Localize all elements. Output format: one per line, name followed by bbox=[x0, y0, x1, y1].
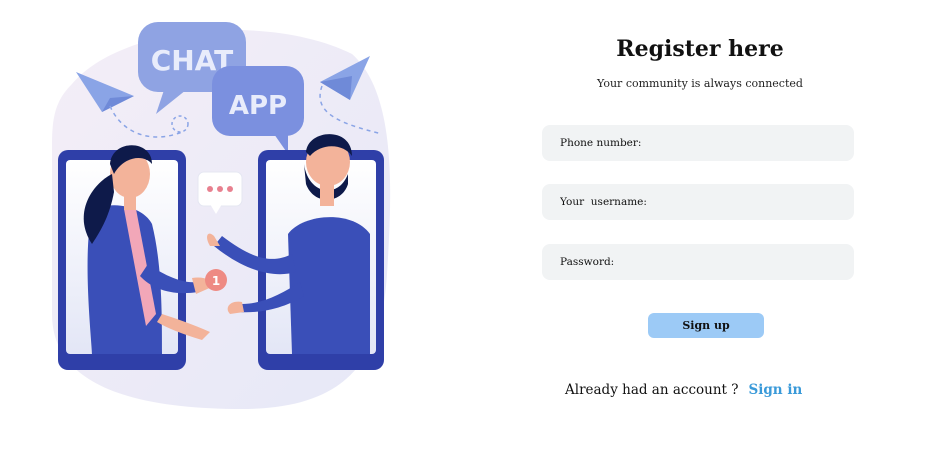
signup-button[interactable]: Sign up bbox=[648, 313, 764, 338]
already-have-account-text: Already had an account ? bbox=[565, 382, 739, 398]
chat-app-illustration: CHAT APP 1 bbox=[52, 14, 392, 414]
register-form: Register here Your community is always c… bbox=[520, 0, 880, 476]
page-subtitle: Your community is always connected bbox=[597, 77, 803, 90]
password-input[interactable] bbox=[560, 256, 854, 268]
notification-badge: 1 bbox=[205, 269, 227, 291]
signin-prompt: Already had an account ? Sign in bbox=[565, 382, 802, 398]
password-field[interactable] bbox=[542, 244, 854, 280]
notification-badge-text: 1 bbox=[212, 274, 220, 288]
signin-link[interactable]: Sign in bbox=[748, 382, 802, 398]
username-input[interactable] bbox=[560, 196, 854, 208]
app-bubble-text: APP bbox=[229, 91, 287, 121]
phone-input[interactable] bbox=[560, 137, 854, 149]
username-field[interactable] bbox=[542, 184, 854, 220]
page-title: Register here bbox=[616, 36, 784, 62]
illustration-svg: CHAT APP 1 bbox=[52, 22, 391, 409]
phone-field[interactable] bbox=[542, 125, 854, 161]
